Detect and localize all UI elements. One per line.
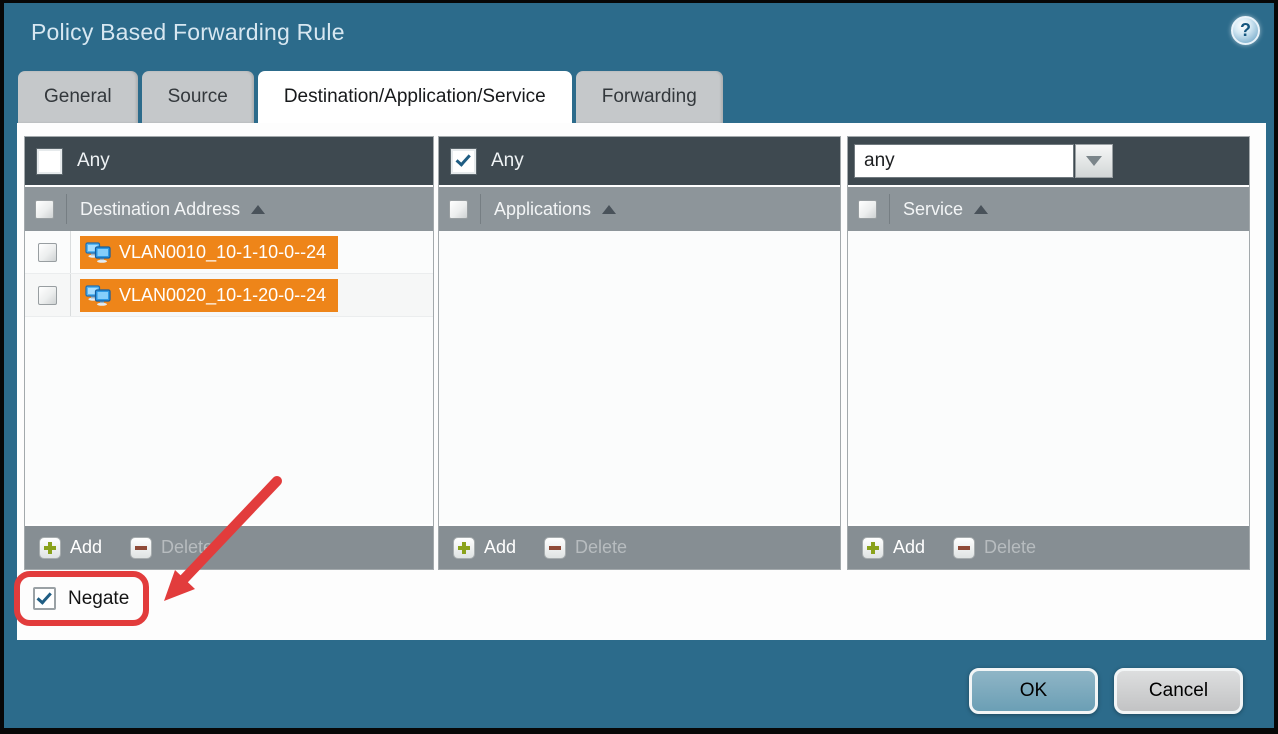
tab-general[interactable]: General: [18, 71, 138, 123]
applications-delete-button[interactable]: Delete: [544, 537, 627, 559]
cancel-button[interactable]: Cancel: [1114, 668, 1243, 714]
sort-asc-icon: [974, 205, 988, 214]
service-dropdown: any: [854, 144, 1113, 178]
checkmark-icon: [455, 151, 470, 167]
destination-address-list: VLAN0010_10-1-10-0--24: [25, 231, 433, 524]
table-row[interactable]: VLAN0010_10-1-10-0--24: [25, 231, 433, 274]
destination-toolbar: Add Delete: [25, 524, 433, 569]
applications-any-checkbox[interactable]: [451, 149, 476, 174]
ok-button[interactable]: OK: [969, 668, 1098, 714]
destination-delete-button[interactable]: Delete: [130, 537, 213, 559]
help-icon[interactable]: ?: [1231, 16, 1260, 45]
service-dropdown-button[interactable]: [1075, 144, 1113, 178]
pbf-rule-dialog: Policy Based Forwarding Rule ? General S…: [0, 0, 1278, 734]
service-toolbar: Add Delete: [848, 524, 1249, 569]
dialog-title: Policy Based Forwarding Rule: [31, 19, 345, 46]
add-plus-icon: [453, 537, 475, 559]
sort-asc-icon: [251, 205, 265, 214]
destination-address-column: Any Destination Address: [24, 136, 434, 570]
network-computers-icon: [85, 242, 111, 263]
service-select-all-checkbox[interactable]: [858, 200, 877, 219]
service-list: [848, 231, 1249, 524]
destination-address-header[interactable]: Destination Address: [25, 187, 433, 231]
service-dropdown-input[interactable]: any: [854, 144, 1074, 178]
service-header-label: Service: [903, 199, 963, 220]
address-object-chip[interactable]: VLAN0010_10-1-10-0--24: [80, 236, 338, 269]
applications-add-button[interactable]: Add: [453, 537, 516, 559]
row-checkbox[interactable]: [38, 243, 57, 262]
applications-select-all-checkbox[interactable]: [449, 200, 468, 219]
tab-forwarding[interactable]: Forwarding: [576, 71, 723, 123]
tab-destination-application-service[interactable]: Destination/Application/Service: [258, 71, 572, 123]
add-plus-icon: [39, 537, 61, 559]
applications-any-bar: Any: [439, 137, 840, 187]
destination-any-checkbox[interactable]: [37, 149, 62, 174]
applications-list: [439, 231, 840, 524]
add-plus-icon: [862, 537, 884, 559]
applications-toolbar: Add Delete: [439, 524, 840, 569]
delete-minus-icon: [544, 537, 566, 559]
applications-header[interactable]: Applications: [439, 187, 840, 231]
service-add-button[interactable]: Add: [862, 537, 925, 559]
negate-annotation-box: Negate: [14, 571, 149, 626]
address-object-label: VLAN0010_10-1-10-0--24: [119, 242, 326, 263]
destination-any-label: Any: [77, 150, 110, 172]
sort-asc-icon: [602, 205, 616, 214]
tab-bar: General Source Destination/Application/S…: [18, 71, 723, 123]
tab-source[interactable]: Source: [142, 71, 254, 123]
chevron-down-icon: [1086, 156, 1102, 166]
destination-any-bar: Any: [25, 137, 433, 187]
service-column: any Service Add Delete: [847, 136, 1250, 570]
checkmark-icon: [36, 589, 51, 605]
destination-header-label: Destination Address: [80, 199, 240, 220]
service-any-bar: any: [848, 137, 1249, 187]
applications-any-label: Any: [491, 150, 524, 172]
network-computers-icon: [85, 285, 111, 306]
service-delete-button[interactable]: Delete: [953, 537, 1036, 559]
applications-header-label: Applications: [494, 199, 591, 220]
address-object-chip[interactable]: VLAN0020_10-1-20-0--24: [80, 279, 338, 312]
address-object-label: VLAN0020_10-1-20-0--24: [119, 285, 326, 306]
row-checkbox[interactable]: [38, 286, 57, 305]
destination-select-all-checkbox[interactable]: [35, 200, 54, 219]
negate-checkbox[interactable]: [33, 587, 56, 610]
delete-minus-icon: [953, 537, 975, 559]
applications-column: Any Applications Add Delete: [438, 136, 841, 570]
negate-label: Negate: [68, 588, 129, 610]
table-row[interactable]: VLAN0020_10-1-20-0--24: [25, 274, 433, 317]
service-header[interactable]: Service: [848, 187, 1249, 231]
destination-add-button[interactable]: Add: [39, 537, 102, 559]
delete-minus-icon: [130, 537, 152, 559]
